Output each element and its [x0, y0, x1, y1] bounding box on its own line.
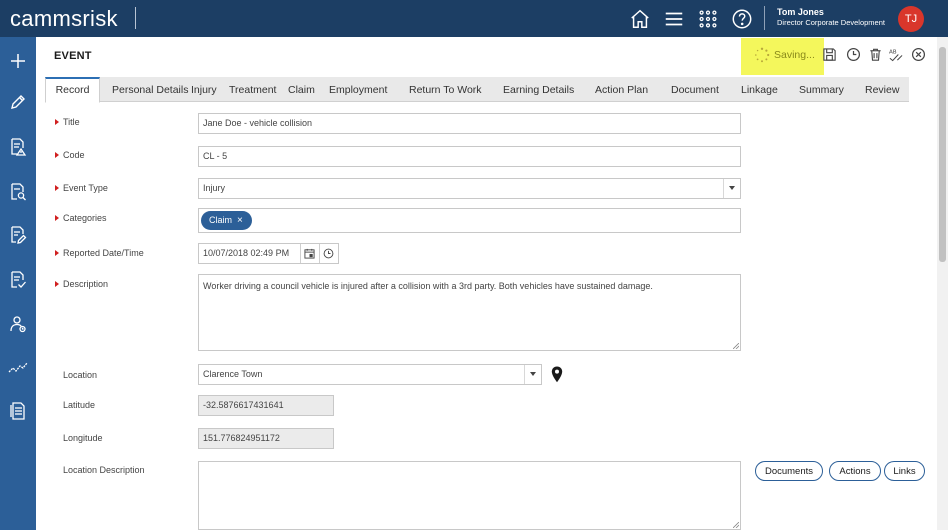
reported-datetime-input[interactable]: 10/07/2018 02:49 PM [198, 243, 339, 264]
description-textarea[interactable]: Worker driving a council vehicle is inju… [198, 274, 741, 351]
save-icon[interactable] [822, 47, 837, 62]
tab-personal-details[interactable]: Personal Details [112, 77, 188, 102]
tab-treatment[interactable]: Treatment [229, 77, 276, 102]
tab-action-plan[interactable]: Action Plan [595, 77, 648, 102]
calendar-button[interactable] [300, 244, 317, 263]
tab-record[interactable]: Record [45, 77, 100, 103]
categories-label: Categories [63, 213, 107, 223]
location-select[interactable]: Clarence Town [198, 364, 542, 385]
code-label: Code [63, 150, 85, 160]
sidebar [0, 37, 36, 530]
spellcheck-icon[interactable]: AB [888, 47, 903, 62]
tab-summary[interactable]: Summary [799, 77, 844, 102]
tab-employment[interactable]: Employment [329, 77, 387, 102]
actions-button[interactable]: Actions [829, 461, 881, 481]
event-type-label: Event Type [63, 183, 108, 193]
tab-linkage[interactable]: Linkage [741, 77, 778, 102]
tab-review[interactable]: Review [865, 77, 899, 102]
code-input[interactable]: CL - 5 [198, 146, 741, 167]
resize-handle-icon[interactable] [733, 522, 739, 528]
report-icon[interactable] [8, 401, 28, 421]
location-description-textarea[interactable] [198, 461, 741, 530]
longitude-label: Longitude [63, 433, 103, 443]
required-marker [55, 281, 59, 287]
document-check-icon[interactable] [8, 270, 28, 290]
event-type-select[interactable]: Injury [198, 178, 741, 199]
delete-trash-icon[interactable] [868, 47, 883, 62]
people-icon[interactable] [8, 314, 28, 334]
page-scrollbar[interactable] [937, 37, 948, 530]
description-label: Description [63, 279, 109, 289]
top-bar: cammsrisk Tom Jones Director Corporate D… [0, 0, 948, 37]
category-chip-label: Claim [209, 215, 233, 225]
help-icon[interactable] [731, 8, 753, 30]
location-description-label: Location Description [63, 465, 145, 475]
time-picker-button[interactable] [319, 244, 336, 263]
document-search-icon[interactable] [8, 182, 28, 202]
map-pin-icon[interactable] [551, 366, 563, 383]
required-marker [55, 152, 59, 158]
tab-return-to-work[interactable]: Return To Work [409, 77, 482, 102]
longitude-field: 151.776824951172 [198, 428, 334, 449]
chip-remove-icon[interactable]: × [237, 211, 243, 230]
page-title: EVENT [54, 50, 92, 62]
apps-grid-icon[interactable] [697, 8, 719, 30]
clock-icon [323, 248, 334, 259]
event-type-dropdown-button[interactable] [723, 179, 740, 198]
required-marker [55, 119, 59, 125]
trend-line-icon[interactable] [8, 358, 28, 378]
calendar-icon [304, 248, 315, 259]
tab-bar: Record Personal Details Injury Treatment… [45, 77, 909, 103]
reported-datetime-label: Reported Date/Time [63, 248, 144, 258]
latitude-label: Latitude [63, 400, 96, 410]
categories-input[interactable] [198, 208, 741, 233]
plus-icon[interactable] [8, 51, 28, 71]
location-label: Location [63, 370, 98, 380]
user-role: Director Corporate Development [777, 18, 885, 27]
resize-handle-icon[interactable] [733, 343, 739, 349]
tab-claim[interactable]: Claim [288, 77, 315, 102]
pencil-icon[interactable] [8, 92, 28, 112]
tab-earning-details[interactable]: Earning Details [503, 77, 574, 102]
user-divider [764, 6, 765, 30]
app-logo[interactable]: cammsrisk [10, 6, 118, 32]
title-label: Title [63, 117, 80, 127]
home-icon[interactable] [629, 8, 651, 30]
category-chip[interactable]: Claim × [201, 211, 252, 230]
svg-text:AB: AB [889, 50, 897, 56]
required-marker [55, 185, 59, 191]
title-input[interactable]: Jane Doe - vehicle collision [198, 113, 741, 134]
logo-divider [135, 7, 136, 29]
user-name[interactable]: Tom Jones [777, 7, 824, 17]
scrollbar-thumb[interactable] [939, 47, 946, 262]
tab-document[interactable]: Document [671, 77, 719, 102]
latitude-field: -32.5876617431641 [198, 395, 334, 416]
location-dropdown-button[interactable] [524, 365, 541, 384]
saving-status: Saving... [774, 49, 815, 61]
links-button[interactable]: Links [884, 461, 925, 481]
chevron-down-icon [729, 186, 735, 190]
chevron-down-icon [530, 372, 536, 376]
documents-button[interactable]: Documents [755, 461, 823, 481]
avatar[interactable]: TJ [898, 6, 924, 32]
loading-spinner-icon [755, 47, 770, 63]
tab-injury[interactable]: Injury [191, 77, 217, 102]
history-clock-icon[interactable] [846, 47, 861, 62]
document-edit-icon[interactable] [8, 225, 28, 245]
document-warning-icon[interactable] [8, 137, 28, 157]
menu-icon[interactable] [663, 8, 685, 30]
close-icon[interactable] [911, 47, 926, 62]
required-marker [55, 250, 59, 256]
required-marker [55, 215, 59, 221]
